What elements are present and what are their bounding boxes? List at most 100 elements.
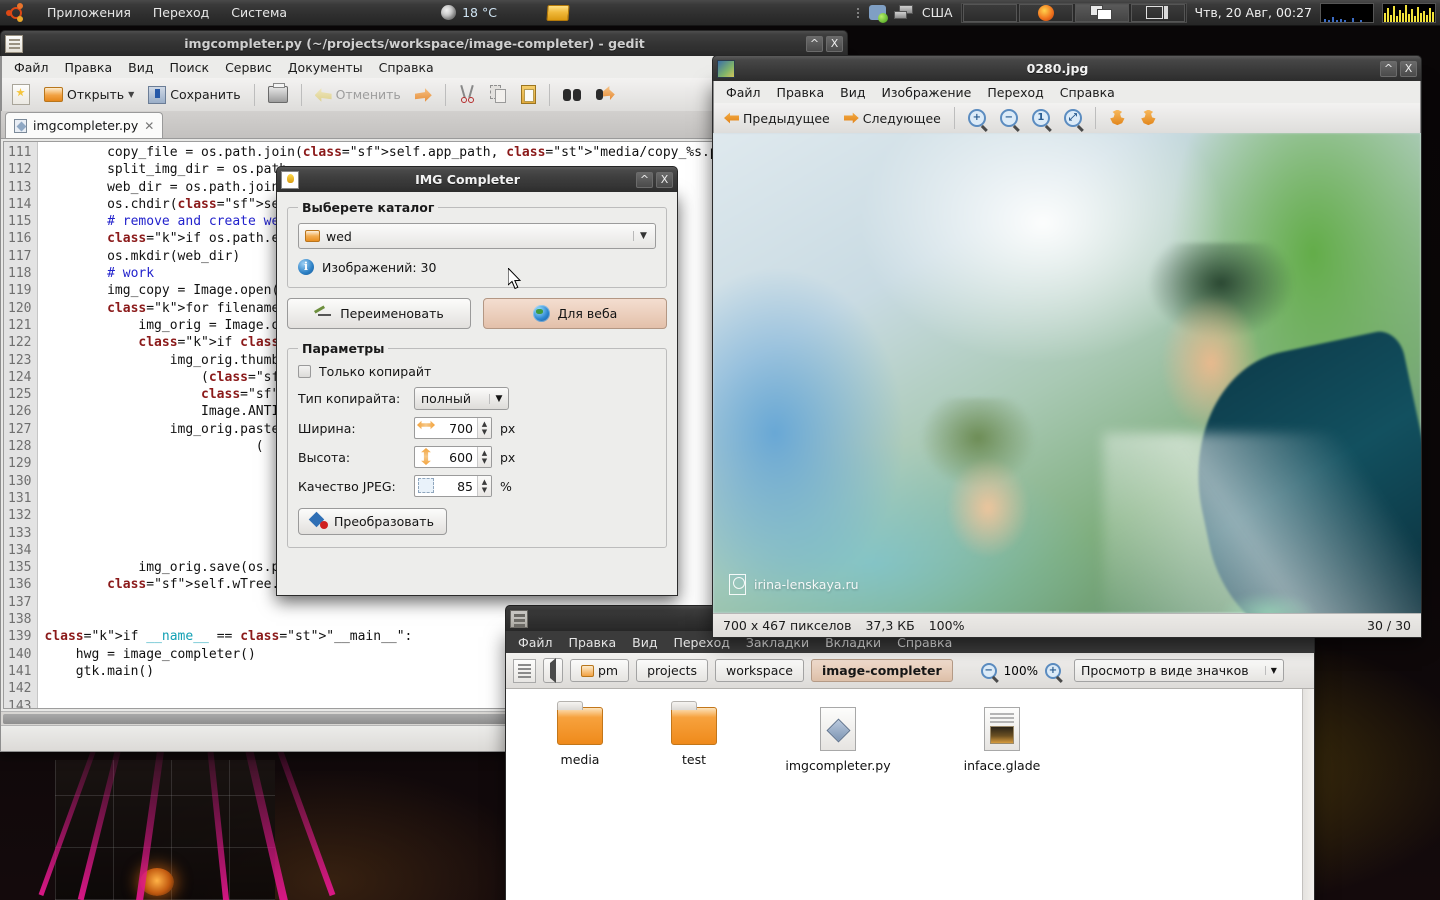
copyright-only-checkbox[interactable] (298, 365, 311, 378)
ubuntu-logo-icon[interactable] (6, 2, 26, 23)
panel-menu-applications[interactable]: Приложения (43, 3, 135, 22)
task-button-empty[interactable] (962, 3, 1017, 22)
menu-tools[interactable]: Сервис (217, 58, 280, 77)
panel-menu-system[interactable]: Система (227, 3, 291, 22)
panel-menu-places[interactable]: Переход (149, 3, 213, 22)
menu-help[interactable]: Справка (371, 58, 442, 77)
zoom-out-button[interactable]: − (996, 107, 1022, 129)
minimize-button[interactable]: ^ (636, 171, 653, 188)
list-item[interactable]: inface.glade (932, 707, 1072, 773)
menu-edit[interactable]: Правка (561, 633, 625, 652)
eog-titlebar[interactable]: 0280.jpg ^ X (712, 55, 1422, 81)
height-value[interactable]: 600 (435, 450, 477, 465)
view-mode-select[interactable]: Просмотр в виде значков ▼ (1073, 659, 1284, 682)
edit-location-icon[interactable] (513, 658, 536, 683)
list-item[interactable]: media (530, 701, 630, 767)
network-monitor-graph[interactable] (1320, 2, 1374, 23)
spin-up-icon[interactable]: ▲ (482, 449, 487, 457)
spin-down-icon[interactable]: ▼ (482, 428, 487, 436)
menu-search[interactable]: Поиск (161, 58, 217, 77)
copyright-type-select[interactable]: полный ▼ (414, 387, 509, 410)
close-button[interactable]: X (1400, 60, 1417, 77)
menu-file[interactable]: Файл (6, 58, 57, 77)
rename-button[interactable]: Переименовать (287, 298, 471, 329)
zoom-out-icon[interactable]: − (980, 662, 997, 679)
quality-stepper[interactable]: 85 ▲ ▼ (414, 475, 492, 497)
task-button-image-viewer[interactable] (1130, 3, 1185, 22)
zoom-normal-button[interactable]: 1 (1028, 107, 1054, 129)
copy-button[interactable] (486, 83, 511, 106)
menu-help[interactable]: Справка (1052, 83, 1123, 102)
width-value[interactable]: 700 (435, 421, 477, 436)
file-list[interactable]: media test imgcompleter.py inface.glade (506, 689, 1302, 900)
replace-button[interactable] (592, 84, 619, 105)
minimize-button[interactable]: ^ (806, 35, 823, 52)
convert-button[interactable]: Преобразовать (298, 508, 447, 535)
height-stepper[interactable]: 600 ▲ ▼ (414, 446, 492, 468)
network-icon[interactable] (893, 5, 914, 20)
keyboard-layout-indicator[interactable]: США (922, 5, 953, 20)
folder-icon[interactable] (546, 4, 570, 21)
menu-view[interactable]: Вид (832, 83, 873, 102)
dialog-titlebar[interactable]: IMG Completer ^ X (276, 166, 678, 192)
gedit-titlebar[interactable]: imgcompleter.py (~/projects/workspace/im… (0, 30, 848, 56)
open-button[interactable]: Открыть ▼ (40, 85, 138, 104)
copyright-only-row[interactable]: Только копирайт (298, 364, 656, 379)
vertical-scrollbar[interactable] (1302, 689, 1314, 900)
height-spin-arrows[interactable]: ▲ ▼ (477, 447, 491, 467)
paste-button[interactable] (517, 83, 540, 106)
zoom-fit-button[interactable]: ⤢ (1060, 107, 1086, 129)
menu-edit[interactable]: Правка (57, 58, 121, 77)
previous-image-button[interactable]: Предыдущее (720, 109, 834, 128)
rotate-left-button[interactable] (1105, 108, 1130, 129)
list-item[interactable]: imgcompleter.py (758, 707, 918, 773)
redo-button[interactable] (411, 85, 436, 105)
for-web-button[interactable]: Для веба (483, 298, 667, 329)
next-image-button[interactable]: Следующее (840, 109, 945, 128)
chat-status-icon[interactable] (868, 5, 888, 23)
spin-down-icon[interactable]: ▼ (482, 457, 487, 465)
tab-imgcompleter[interactable]: imgcompleter.py ✕ (5, 112, 164, 138)
zoom-in-icon[interactable]: + (1044, 662, 1061, 679)
window-list[interactable] (960, 2, 1187, 23)
menu-file[interactable]: Файл (510, 633, 561, 652)
breadcrumb-workspace[interactable]: workspace (715, 659, 804, 682)
save-button[interactable]: Сохранить (144, 84, 244, 106)
clock[interactable]: Чтв, 20 Авг, 00:27 (1195, 5, 1313, 20)
image-canvas[interactable]: irina-lenskaya.ru (713, 133, 1421, 613)
tab-close-icon[interactable]: ✕ (144, 119, 154, 133)
close-button[interactable]: X (656, 171, 673, 188)
breadcrumb-image-completer[interactable]: image-completer (810, 659, 953, 682)
new-document-button[interactable] (8, 82, 34, 107)
menu-view[interactable]: Вид (624, 633, 665, 652)
spin-up-icon[interactable]: ▲ (482, 420, 487, 428)
task-button-firefox[interactable] (1018, 3, 1073, 22)
quality-spin-arrows[interactable]: ▲ ▼ (477, 476, 491, 496)
menu-edit[interactable]: Правка (769, 83, 833, 102)
minimize-button[interactable]: ^ (1380, 60, 1397, 77)
breadcrumb-projects[interactable]: projects (636, 659, 709, 682)
back-button[interactable] (543, 658, 563, 683)
task-button-file-manager[interactable] (1074, 3, 1129, 22)
cut-button[interactable] (455, 83, 480, 106)
breadcrumb-pm[interactable]: pm (570, 659, 630, 682)
width-stepper[interactable]: 700 ▲ ▼ (414, 417, 492, 439)
directory-combo[interactable]: wed ▼ (298, 223, 656, 249)
quality-value[interactable]: 85 (435, 479, 477, 494)
close-button[interactable]: X (826, 35, 843, 52)
menu-documents[interactable]: Документы (280, 58, 371, 77)
print-button[interactable] (264, 83, 292, 105)
zoom-in-button[interactable]: + (964, 107, 990, 129)
find-button[interactable] (559, 85, 586, 104)
width-spin-arrows[interactable]: ▲ ▼ (477, 418, 491, 438)
drag-handle[interactable] (856, 7, 859, 18)
spin-up-icon[interactable]: ▲ (482, 478, 487, 486)
weather-applet[interactable]: 18 °C (441, 5, 497, 20)
menu-file[interactable]: Файл (718, 83, 769, 102)
open-dropdown-arrow[interactable]: ▼ (128, 90, 134, 99)
menu-view[interactable]: Вид (120, 58, 161, 77)
cpu-monitor-graph[interactable] (1382, 2, 1436, 23)
chevron-down-icon[interactable]: ▼ (633, 231, 653, 241)
menu-image[interactable]: Изображение (873, 83, 979, 102)
menu-go[interactable]: Переход (979, 83, 1051, 102)
